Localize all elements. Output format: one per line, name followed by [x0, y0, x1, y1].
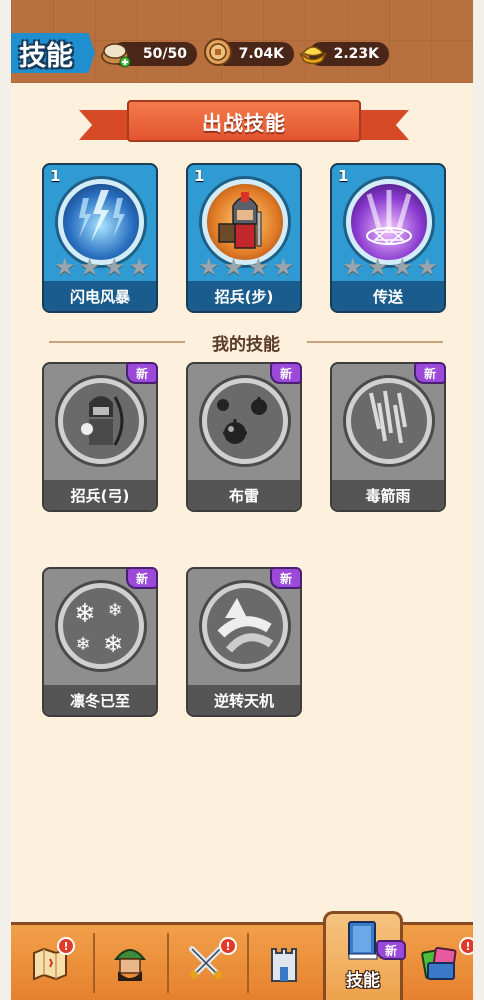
nav-skills[interactable]: 技能 新 — [323, 911, 406, 1000]
skill-name: 招兵(弓) — [70, 486, 130, 505]
food-bowl-icon — [101, 43, 131, 68]
svg-text:❄: ❄ — [75, 634, 90, 655]
nav-hero[interactable] — [97, 925, 163, 1000]
gold-ingot-icon — [299, 46, 327, 65]
skill-level: 1 — [50, 167, 61, 185]
nav-separator — [167, 933, 169, 993]
new-badge: 新 — [270, 362, 302, 384]
arrow-rain-icon — [346, 378, 432, 464]
alert-badge: ! — [219, 937, 237, 955]
my-skill-card-archer[interactable]: 新 招兵(弓) — [42, 362, 158, 512]
banner-plate: 出战技能 — [127, 100, 361, 142]
gold-value: 2.23K — [333, 46, 379, 62]
nav-map[interactable]: ! — [17, 925, 83, 1000]
battle-skill-card-infantry[interactable]: 1 ★ ★ ★ ★ 招兵(步) — [186, 163, 302, 313]
food-value: 50/50 — [142, 46, 187, 62]
new-badge: 新 — [414, 362, 446, 384]
cards-icon — [421, 946, 457, 980]
reversal-icon — [202, 583, 288, 669]
skill-name-bar: 招兵(步) — [188, 281, 300, 311]
skill-name-bar: 毒箭雨 — [332, 480, 444, 510]
new-badge: 新 — [126, 362, 158, 384]
skill-name: 闪电风暴 — [69, 287, 130, 306]
skill-name: 凛冬已至 — [69, 691, 130, 710]
mines-icon — [202, 378, 288, 464]
coin-icon — [204, 38, 232, 66]
divider-line-right — [307, 341, 443, 343]
skill-name-bar: 传送 — [332, 281, 444, 311]
nav-separator — [247, 933, 249, 993]
nav-battle[interactable]: ! — [173, 925, 239, 1000]
coin-value: 7.04K — [238, 46, 284, 62]
skill-level: 1 — [338, 167, 349, 185]
battle-skills-banner: 出战技能 — [79, 94, 409, 154]
nav-castle[interactable] — [251, 925, 317, 1000]
skill-name: 布雷 — [228, 486, 259, 505]
my-skill-card-arrow-rain[interactable]: 新 毒箭雨 — [330, 362, 446, 512]
archer-soldier-icon — [58, 378, 144, 464]
coin-resource[interactable]: 7.04K — [204, 38, 294, 66]
game-screen: 技能 50/50 7.04K 2.23K 出战技能 1 ★ ★ ★ ★ 闪电风暴… — [11, 0, 473, 1000]
skill-level: 1 — [194, 167, 205, 185]
my-skill-card-winter[interactable]: ❄ ❄ ❄ ❄ 新 凛冬已至 — [42, 567, 158, 717]
new-badge: 新 — [126, 567, 158, 589]
svg-text:❄: ❄ — [107, 600, 122, 621]
star-rating: ★ ★ ★ ★ — [198, 253, 294, 281]
skill-name-bar: 闪电风暴 — [44, 281, 156, 311]
skill-name-bar: 布雷 — [188, 480, 300, 510]
star-rating: ★ ★ ★ ★ — [342, 253, 438, 281]
skill-name: 毒箭雨 — [365, 486, 411, 505]
nav-separator — [93, 933, 95, 993]
food-resource[interactable]: 50/50 — [101, 42, 197, 68]
gold-resource[interactable]: 2.23K — [299, 42, 389, 66]
hero-icon — [113, 948, 147, 981]
battle-skill-card-lightning[interactable]: 1 ★ ★ ★ ★ 闪电风暴 — [42, 163, 158, 313]
top-bar: 技能 50/50 7.04K 2.23K — [11, 0, 473, 83]
svg-text:❄: ❄ — [74, 599, 96, 629]
skill-name: 逆转天机 — [213, 691, 274, 710]
nav-skills-label: 技能 — [346, 971, 380, 991]
skill-name: 招兵(步) — [214, 287, 274, 306]
bottom-nav: ! ! 技能 新 ! — [11, 911, 473, 1000]
nav-cards[interactable]: ! — [407, 925, 473, 1000]
my-skills-divider: 我的技能 — [49, 330, 443, 355]
alert-badge: ! — [459, 937, 473, 955]
castle-tower-icon — [271, 947, 297, 982]
my-skill-card-mines[interactable]: 新 布雷 — [186, 362, 302, 512]
skill-name-bar: 招兵(弓) — [44, 480, 156, 510]
alert-badge: ! — [57, 937, 75, 955]
battle-skill-card-teleport[interactable]: 1 ★ ★ ★ ★ 传送 — [330, 163, 446, 313]
new-badge: 新 — [270, 567, 302, 589]
page-title-tab: 技能 — [11, 33, 95, 73]
svg-text:❄: ❄ — [103, 630, 123, 658]
skill-name-bar: 凛冬已至 — [44, 685, 156, 715]
star-rating: ★ ★ ★ ★ — [54, 253, 150, 281]
snowflake-icon: ❄ ❄ ❄ ❄ — [58, 583, 144, 669]
skill-name-bar: 逆转天机 — [188, 685, 300, 715]
my-skill-card-reversal[interactable]: 新 逆转天机 — [186, 567, 302, 717]
page-title: 技能 — [19, 40, 73, 72]
skill-name: 传送 — [372, 287, 403, 306]
battle-skills-title: 出战技能 — [202, 110, 286, 135]
new-badge: 新 — [376, 940, 406, 960]
